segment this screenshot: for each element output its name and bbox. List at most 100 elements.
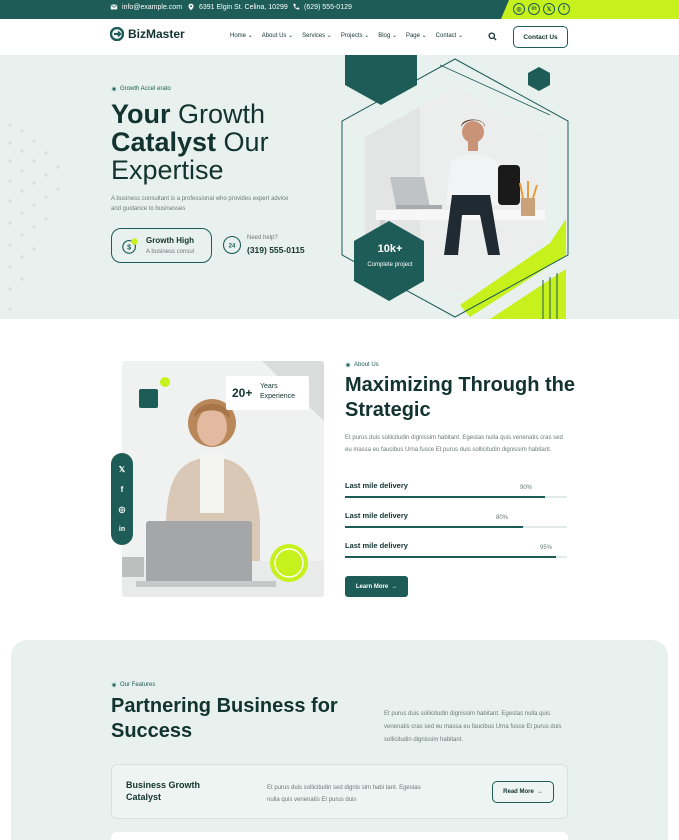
page: info@example.com 6391 Elgin St. Celina, … — [0, 0, 679, 840]
growth-card-title: Growth High — [146, 236, 194, 245]
arrow-right-icon: → — [536, 789, 543, 795]
nav-item-home[interactable]: Home ⌄ — [230, 32, 253, 39]
nav-label: Contact — [435, 33, 457, 39]
feature-card-next — [111, 832, 568, 840]
growth-card-subtitle: A business consul — [146, 249, 195, 255]
instagram-icon[interactable]: ◎ — [513, 3, 525, 15]
feature-card-description: Et purus duis sollicitudin sed dignis si… — [267, 785, 421, 803]
learn-more-button[interactable]: Learn More → — [345, 576, 408, 597]
topbar-address-text: 6391 Elgin St. Celina, 10299 — [199, 3, 288, 11]
facebook-icon[interactable]: f — [116, 483, 128, 495]
hero-title-part: Catalyst — [111, 127, 217, 157]
topbar-social-links: ◎ in 𝕏 f — [513, 3, 570, 15]
x-icon[interactable]: 𝕏 — [116, 463, 128, 475]
leaf-icon — [345, 362, 351, 368]
main-nav: Home ⌄ About Us ⌄ Services ⌄ Projects ⌄ … — [230, 32, 463, 39]
hero-eyebrow: Growth Accel erato — [111, 86, 171, 92]
progress-percent: 90% — [520, 485, 533, 491]
nav-item-blog[interactable]: Blog ⌄ — [378, 32, 397, 39]
progress-track — [345, 556, 567, 558]
hero-title-part: Growth — [170, 99, 266, 129]
about-social-bar: 𝕏 f ◎ in — [111, 453, 133, 545]
progress-percent: 80% — [496, 515, 509, 521]
learn-more-label: Learn More — [355, 583, 389, 590]
nav-item-about[interactable]: About Us ⌄ — [262, 32, 293, 39]
facebook-icon[interactable]: f — [558, 3, 570, 15]
instagram-icon[interactable]: ◎ — [116, 503, 128, 515]
site-logo[interactable]: BizMaster — [110, 27, 185, 41]
nav-item-projects[interactable]: Projects ⌄ — [341, 32, 369, 39]
growth-high-card[interactable]: $ Growth High A business consul — [111, 228, 212, 263]
experience-label: Years Experience — [260, 383, 296, 400]
leaf-icon — [111, 682, 117, 688]
progress-track — [345, 526, 567, 528]
hero-title-part: Our — [216, 127, 269, 157]
search-icon[interactable] — [488, 32, 497, 41]
logo-text: BizMaster — [128, 27, 185, 41]
nav-label: Projects — [340, 33, 363, 39]
features-eyebrow: Our Features — [111, 682, 155, 688]
topbar-email-text: info@example.com — [122, 3, 183, 11]
svg-text:$: $ — [127, 243, 131, 252]
feature-card-title: Business Growth Catalyst — [126, 780, 201, 802]
svg-text:24: 24 — [229, 244, 236, 250]
completed-projects-value: 10k+ — [377, 243, 403, 255]
about-photo-decoration — [139, 377, 170, 408]
need-help-label: Need help? — [247, 235, 278, 241]
progress-fill — [345, 526, 523, 528]
about-eyebrow-text: About Us — [354, 362, 379, 368]
topbar-email[interactable]: info@example.com — [110, 3, 182, 11]
nav-item-contact[interactable]: Contact ⌄ — [436, 32, 463, 39]
contact-us-button[interactable]: Contact Us — [513, 26, 568, 48]
hero-title-part: Your — [111, 99, 171, 129]
experience-badge: 20+ Years Experience — [226, 376, 309, 410]
progress-track — [345, 496, 567, 498]
phone-icon — [293, 3, 300, 10]
nav-item-services[interactable]: Services ⌄ — [302, 32, 332, 39]
features-eyebrow-text: Our Features — [120, 682, 156, 688]
nav-label: About Us — [261, 33, 287, 39]
progress-percent: 95% — [540, 545, 553, 551]
about-description: Et purus duis sollicitudin dignissim hab… — [345, 435, 563, 453]
progress-label: Last mile delivery — [345, 481, 408, 490]
progress-label: Last mile delivery — [345, 511, 408, 520]
nav-label: Services — [302, 33, 326, 39]
features-description: Et purus duis sollicitudin dignissim hab… — [384, 711, 562, 743]
main-header: BizMaster Home ⌄ About Us ⌄ Services ⌄ P… — [0, 19, 679, 55]
support-phone-icon: 24 — [222, 235, 242, 255]
completed-projects-label: Complete project — [367, 262, 413, 268]
hero-title: Your Growth Catalyst Our Expertise — [111, 100, 341, 184]
progress-fill — [345, 496, 545, 498]
help-phone-number[interactable]: (319) 555-0115 — [247, 245, 305, 255]
nav-label: Blog — [378, 33, 391, 39]
location-pin-icon — [188, 3, 194, 11]
topbar-phone[interactable]: (629) 555-0129 — [292, 3, 352, 11]
top-info-bar: info@example.com 6391 Elgin St. Celina, … — [0, 0, 679, 19]
hero-title-part: Expertise — [111, 155, 224, 185]
nav-label: Home — [230, 33, 247, 39]
hero-eyebrow-text: Growth Accel erato — [120, 86, 171, 92]
bizmaster-logo-icon — [110, 27, 124, 41]
about-eyebrow: About Us — [345, 362, 379, 368]
topbar-phone-text: (629) 555-0129 — [304, 3, 352, 11]
x-icon[interactable]: 𝕏 — [543, 3, 555, 15]
nav-label: Page — [405, 33, 420, 39]
read-more-label: Read More — [503, 789, 534, 795]
topbar-address: 6391 Elgin St. Celina, 10299 — [187, 3, 288, 11]
mail-icon — [110, 4, 118, 10]
arrow-right-icon: → — [391, 583, 398, 590]
features-title: Partnering Business for Success — [111, 695, 338, 742]
linkedin-icon[interactable]: in — [528, 3, 540, 15]
money-growth-icon: $ — [122, 238, 138, 254]
dot-pattern-decoration — [8, 123, 60, 311]
progress-fill — [345, 556, 556, 558]
linkedin-icon[interactable]: in — [116, 523, 128, 535]
hero-description: A business consultant is a professional … — [111, 196, 289, 212]
leaf-icon — [111, 86, 117, 92]
lime-ring-decoration — [270, 544, 308, 582]
about-title: Maximizing Through the Strategic — [345, 374, 575, 421]
nav-item-page[interactable]: Page ⌄ — [406, 32, 427, 39]
feature-card: Business Growth Catalyst Et purus duis s… — [111, 764, 568, 819]
read-more-button[interactable]: Read More → — [492, 781, 554, 803]
progress-label: Last mile delivery — [345, 541, 408, 550]
